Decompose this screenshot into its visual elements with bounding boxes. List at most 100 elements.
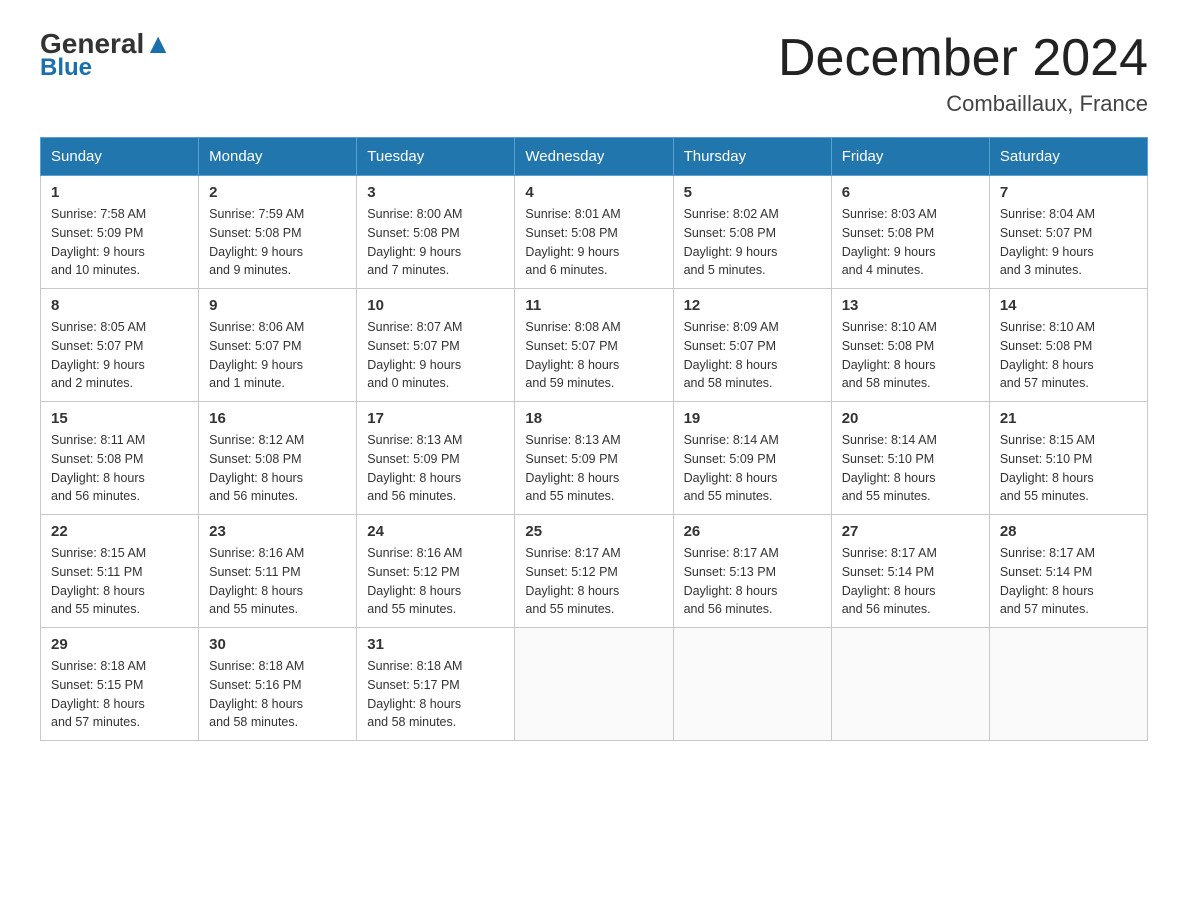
day-number: 27 (842, 523, 979, 540)
col-header-saturday: Saturday (989, 138, 1147, 176)
day-info: Sunrise: 8:05 AMSunset: 5:07 PMDaylight:… (51, 318, 188, 393)
day-cell-23: 23 Sunrise: 8:16 AMSunset: 5:11 PMDayligh… (199, 515, 357, 628)
day-cell-25: 25 Sunrise: 8:17 AMSunset: 5:12 PMDayligh… (515, 515, 673, 628)
day-number: 15 (51, 410, 188, 427)
day-info: Sunrise: 8:07 AMSunset: 5:07 PMDaylight:… (367, 318, 504, 393)
day-cell-21: 21 Sunrise: 8:15 AMSunset: 5:10 PMDayligh… (989, 402, 1147, 515)
day-number: 10 (367, 297, 504, 314)
day-info: Sunrise: 8:14 AMSunset: 5:09 PMDaylight:… (684, 431, 821, 506)
day-info: Sunrise: 8:01 AMSunset: 5:08 PMDaylight:… (525, 205, 662, 280)
day-cell-20: 20 Sunrise: 8:14 AMSunset: 5:10 PMDayligh… (831, 402, 989, 515)
day-info: Sunrise: 8:06 AMSunset: 5:07 PMDaylight:… (209, 318, 346, 393)
week-row-2: 8 Sunrise: 8:05 AMSunset: 5:07 PMDaylight… (41, 289, 1148, 402)
calendar-table: SundayMondayTuesdayWednesdayThursdayFrid… (40, 137, 1148, 741)
day-number: 1 (51, 184, 188, 201)
title-block: December 2024 Combaillaux, France (778, 30, 1148, 117)
day-number: 13 (842, 297, 979, 314)
col-header-thursday: Thursday (673, 138, 831, 176)
day-number: 6 (842, 184, 979, 201)
day-number: 21 (1000, 410, 1137, 427)
day-number: 26 (684, 523, 821, 540)
day-cell-27: 27 Sunrise: 8:17 AMSunset: 5:14 PMDayligh… (831, 515, 989, 628)
day-info: Sunrise: 8:13 AMSunset: 5:09 PMDaylight:… (367, 431, 504, 506)
day-info: Sunrise: 8:10 AMSunset: 5:08 PMDaylight:… (1000, 318, 1137, 393)
day-number: 8 (51, 297, 188, 314)
empty-cell (673, 628, 831, 741)
empty-cell (989, 628, 1147, 741)
page-header: General▲ Blue December 2024 Combaillaux,… (40, 30, 1148, 117)
day-info: Sunrise: 8:13 AMSunset: 5:09 PMDaylight:… (525, 431, 662, 506)
week-row-1: 1Sunrise: 7:58 AMSunset: 5:09 PMDaylight… (41, 176, 1148, 289)
week-row-4: 22 Sunrise: 8:15 AMSunset: 5:11 PMDayligh… (41, 515, 1148, 628)
day-info: Sunrise: 8:17 AMSunset: 5:12 PMDaylight:… (525, 544, 662, 619)
logo: General▲ Blue (40, 30, 172, 82)
day-cell-14: 14 Sunrise: 8:10 AMSunset: 5:08 PMDayligh… (989, 289, 1147, 402)
day-cell-12: 12Sunrise: 8:09 AMSunset: 5:07 PMDayligh… (673, 289, 831, 402)
day-number: 9 (209, 297, 346, 314)
day-number: 18 (525, 410, 662, 427)
day-number: 3 (367, 184, 504, 201)
day-number: 25 (525, 523, 662, 540)
day-number: 14 (1000, 297, 1137, 314)
day-number: 24 (367, 523, 504, 540)
week-row-3: 15 Sunrise: 8:11 AMSunset: 5:08 PMDayligh… (41, 402, 1148, 515)
day-cell-15: 15 Sunrise: 8:11 AMSunset: 5:08 PMDayligh… (41, 402, 199, 515)
day-cell-2: 2 Sunrise: 7:59 AMSunset: 5:08 PMDaylight… (199, 176, 357, 289)
day-cell-18: 18 Sunrise: 8:13 AMSunset: 5:09 PMDayligh… (515, 402, 673, 515)
day-info: Sunrise: 8:12 AMSunset: 5:08 PMDaylight:… (209, 431, 346, 506)
day-info: Sunrise: 8:18 AMSunset: 5:16 PMDaylight:… (209, 657, 346, 732)
day-info: Sunrise: 8:16 AMSunset: 5:11 PMDaylight:… (209, 544, 346, 619)
day-info: Sunrise: 8:15 AMSunset: 5:10 PMDaylight:… (1000, 431, 1137, 506)
day-number: 17 (367, 410, 504, 427)
empty-cell (831, 628, 989, 741)
day-info: Sunrise: 8:18 AMSunset: 5:15 PMDaylight:… (51, 657, 188, 732)
day-number: 4 (525, 184, 662, 201)
day-info: Sunrise: 8:02 AMSunset: 5:08 PMDaylight:… (684, 205, 821, 280)
col-header-monday: Monday (199, 138, 357, 176)
page-subtitle: Combaillaux, France (778, 91, 1148, 117)
week-row-5: 29Sunrise: 8:18 AMSunset: 5:15 PMDayligh… (41, 628, 1148, 741)
day-cell-11: 11Sunrise: 8:08 AMSunset: 5:07 PMDayligh… (515, 289, 673, 402)
day-cell-24: 24 Sunrise: 8:16 AMSunset: 5:12 PMDayligh… (357, 515, 515, 628)
day-info: Sunrise: 8:04 AMSunset: 5:07 PMDaylight:… (1000, 205, 1137, 280)
day-number: 16 (209, 410, 346, 427)
day-number: 19 (684, 410, 821, 427)
day-info: Sunrise: 8:17 AMSunset: 5:13 PMDaylight:… (684, 544, 821, 619)
day-info: Sunrise: 8:16 AMSunset: 5:12 PMDaylight:… (367, 544, 504, 619)
day-info: Sunrise: 8:14 AMSunset: 5:10 PMDaylight:… (842, 431, 979, 506)
logo-blue-text: Blue (40, 54, 92, 82)
day-cell-3: 3 Sunrise: 8:00 AMSunset: 5:08 PMDaylight… (357, 176, 515, 289)
day-number: 23 (209, 523, 346, 540)
day-number: 11 (525, 297, 662, 314)
day-info: Sunrise: 8:00 AMSunset: 5:08 PMDaylight:… (367, 205, 504, 280)
day-cell-16: 16 Sunrise: 8:12 AMSunset: 5:08 PMDayligh… (199, 402, 357, 515)
day-number: 20 (842, 410, 979, 427)
col-header-tuesday: Tuesday (357, 138, 515, 176)
day-number: 22 (51, 523, 188, 540)
day-cell-10: 10 Sunrise: 8:07 AMSunset: 5:07 PMDayligh… (357, 289, 515, 402)
day-info: Sunrise: 8:18 AMSunset: 5:17 PMDaylight:… (367, 657, 504, 732)
day-number: 7 (1000, 184, 1137, 201)
day-cell-9: 9 Sunrise: 8:06 AMSunset: 5:07 PMDaylight… (199, 289, 357, 402)
day-number: 2 (209, 184, 346, 201)
col-header-wednesday: Wednesday (515, 138, 673, 176)
day-cell-19: 19 Sunrise: 8:14 AMSunset: 5:09 PMDayligh… (673, 402, 831, 515)
day-info: Sunrise: 7:59 AMSunset: 5:08 PMDaylight:… (209, 205, 346, 280)
day-cell-13: 13Sunrise: 8:10 AMSunset: 5:08 PMDayligh… (831, 289, 989, 402)
day-cell-26: 26 Sunrise: 8:17 AMSunset: 5:13 PMDayligh… (673, 515, 831, 628)
day-cell-22: 22 Sunrise: 8:15 AMSunset: 5:11 PMDayligh… (41, 515, 199, 628)
day-cell-5: 5 Sunrise: 8:02 AMSunset: 5:08 PMDaylight… (673, 176, 831, 289)
day-number: 28 (1000, 523, 1137, 540)
calendar-header-row: SundayMondayTuesdayWednesdayThursdayFrid… (41, 138, 1148, 176)
day-info: Sunrise: 8:17 AMSunset: 5:14 PMDaylight:… (842, 544, 979, 619)
day-number: 31 (367, 636, 504, 653)
day-info: Sunrise: 8:09 AMSunset: 5:07 PMDaylight:… (684, 318, 821, 393)
col-header-friday: Friday (831, 138, 989, 176)
day-info: Sunrise: 8:03 AMSunset: 5:08 PMDaylight:… (842, 205, 979, 280)
day-info: Sunrise: 8:17 AMSunset: 5:14 PMDaylight:… (1000, 544, 1137, 619)
day-info: Sunrise: 8:15 AMSunset: 5:11 PMDaylight:… (51, 544, 188, 619)
day-cell-17: 17 Sunrise: 8:13 AMSunset: 5:09 PMDayligh… (357, 402, 515, 515)
day-info: Sunrise: 8:11 AMSunset: 5:08 PMDaylight:… (51, 431, 188, 506)
day-number: 5 (684, 184, 821, 201)
day-cell-1: 1Sunrise: 7:58 AMSunset: 5:09 PMDaylight… (41, 176, 199, 289)
